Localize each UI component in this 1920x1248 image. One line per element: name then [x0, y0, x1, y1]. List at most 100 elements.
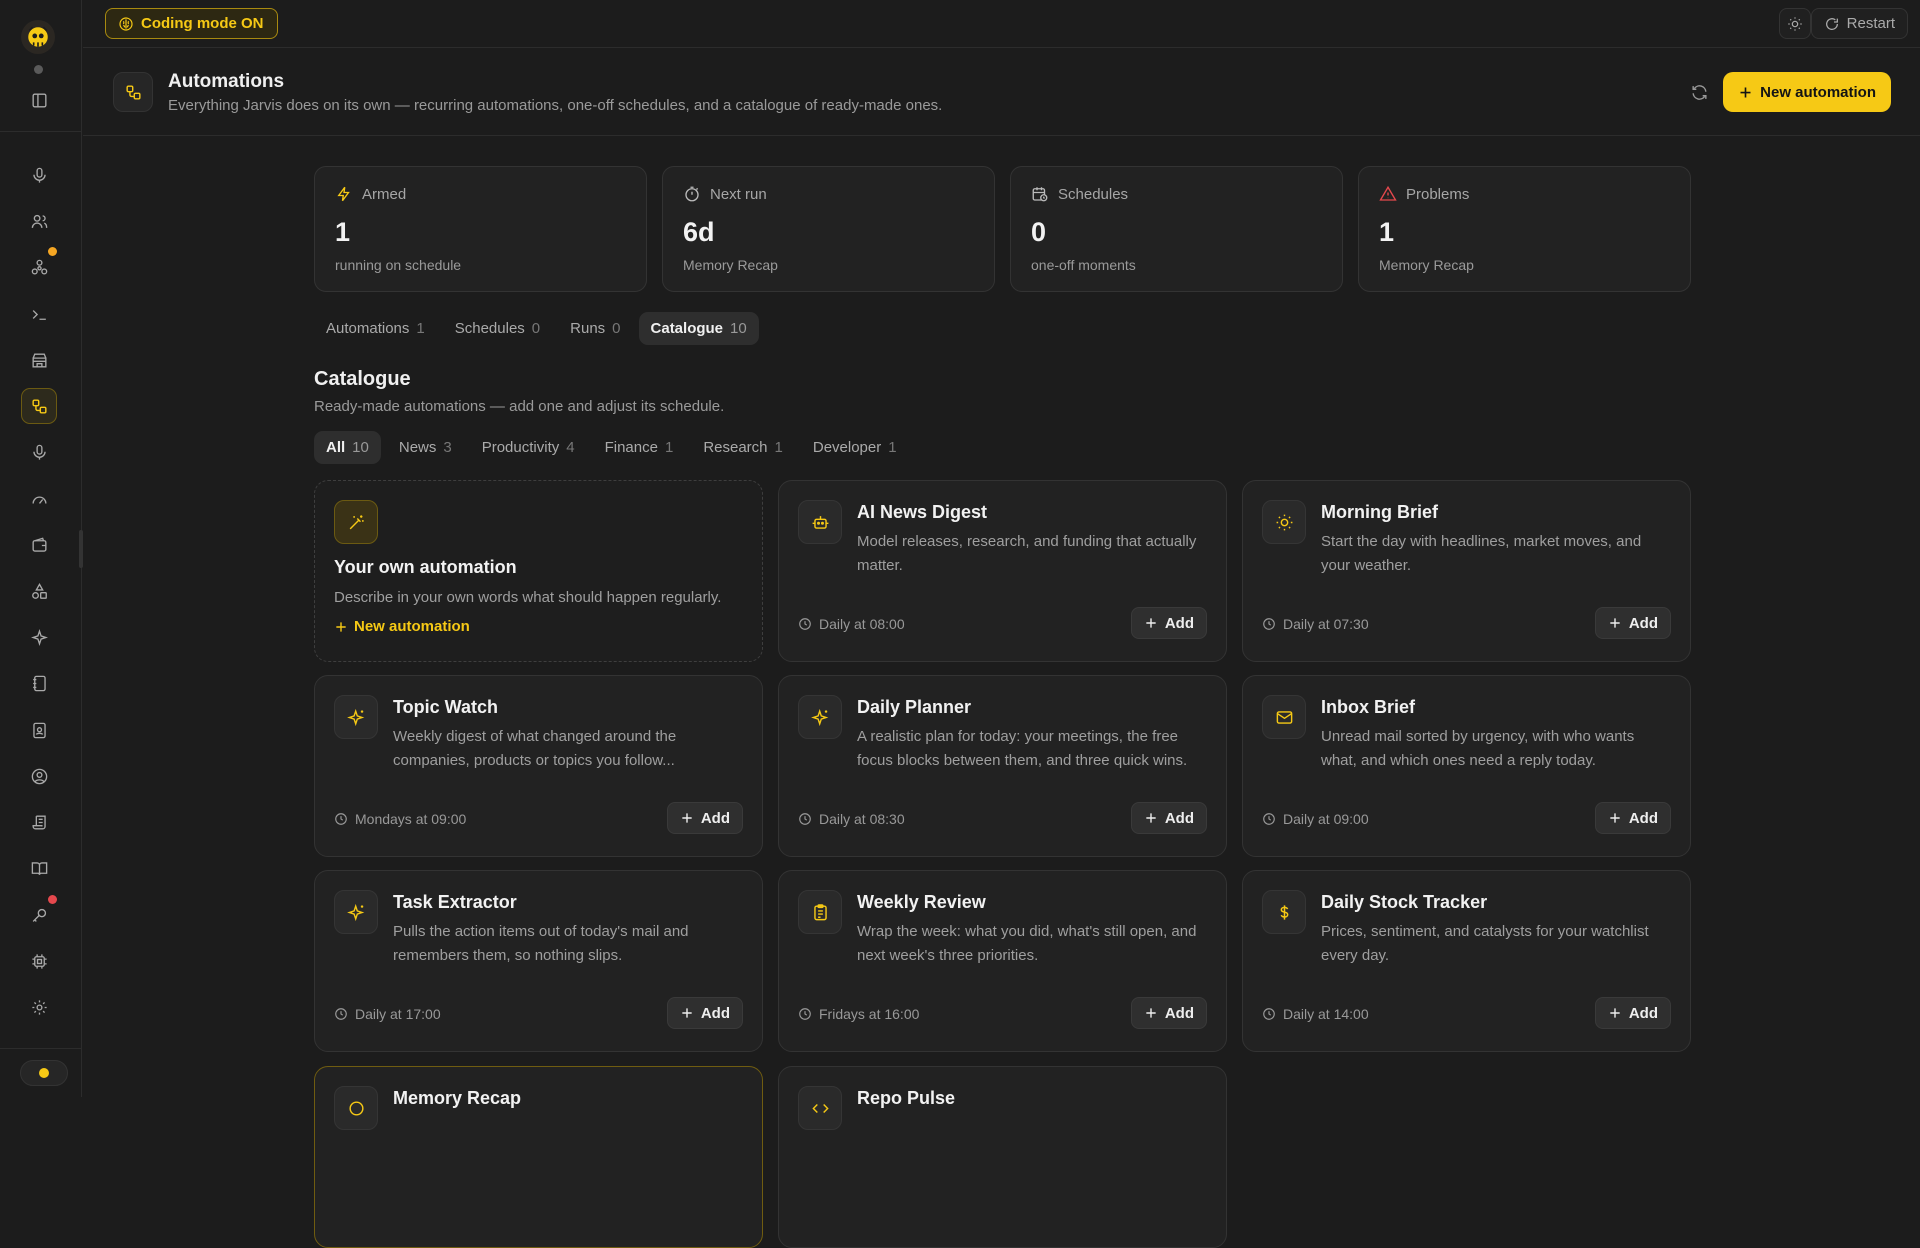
- filter-label: Developer: [812, 439, 882, 456]
- chip-icon[interactable]: [21, 943, 57, 979]
- sidebar-divider: [0, 1048, 82, 1049]
- filter-productivity[interactable]: Productivity 4: [470, 431, 587, 464]
- account-icon[interactable]: [21, 758, 57, 794]
- gauge-icon[interactable]: [21, 481, 57, 517]
- stat-card-armed: Armed 1 running on schedule: [314, 166, 647, 292]
- new-automation-link[interactable]: New automation: [334, 618, 470, 635]
- add-button[interactable]: Add: [1130, 997, 1207, 1029]
- terminal-icon[interactable]: [21, 296, 57, 332]
- stat-label: Schedules: [1031, 185, 1322, 203]
- resize-handle[interactable]: [79, 530, 83, 568]
- status-dot: [39, 1068, 49, 1078]
- filter-label: Productivity: [481, 439, 560, 456]
- tab-count: 0: [612, 320, 621, 337]
- refresh-button[interactable]: [1686, 79, 1712, 105]
- clock-icon: [799, 1008, 811, 1020]
- theme-toggle-button[interactable]: [1779, 8, 1811, 39]
- microphone-icon[interactable]: [21, 157, 57, 193]
- connection-dot: [34, 65, 43, 74]
- tab-label: Automations: [326, 320, 410, 337]
- tab-automations[interactable]: Automations 1: [314, 312, 437, 345]
- alert-badge: [48, 895, 57, 904]
- catalogue-card: Repo Pulse: [778, 1066, 1227, 1248]
- card-desc: Unread mail sorted by urgency, with who …: [1321, 728, 1635, 769]
- filter-research[interactable]: Research 1: [691, 431, 795, 464]
- sidebar-toggle-icon[interactable]: [21, 82, 57, 118]
- add-button[interactable]: Add: [666, 997, 743, 1029]
- plus-icon: [682, 813, 692, 823]
- card-desc: Start the day with headlines, market mov…: [1321, 533, 1642, 574]
- filter-count: 1: [774, 439, 783, 456]
- new-automation-button[interactable]: New automation: [1723, 72, 1891, 112]
- sparkle-icon: [334, 695, 378, 739]
- plus-icon: [1610, 813, 1620, 823]
- catalogue-subtitle: Ready-made automations — add one and adj…: [314, 398, 725, 415]
- card-desc: Prices, sentiment, and catalysts for you…: [1321, 923, 1649, 964]
- robot-icon: [798, 500, 842, 544]
- filter-finance[interactable]: Finance 1: [593, 431, 686, 464]
- clock-icon: [335, 813, 347, 825]
- card-schedule-text: Daily at 08:30: [819, 811, 905, 827]
- filter-all[interactable]: All 10: [314, 431, 381, 464]
- card-desc: Pulls the action items out of today's ma…: [393, 923, 689, 964]
- catalogue-title: Catalogue: [314, 368, 411, 390]
- app-logo[interactable]: [21, 20, 55, 54]
- add-label: Add: [1164, 614, 1194, 632]
- dollar-icon: [1262, 890, 1306, 934]
- filter-count: 1: [664, 439, 674, 456]
- users-icon[interactable]: [21, 203, 57, 239]
- plus-icon: [1610, 1008, 1620, 1018]
- code-icon: [798, 1086, 842, 1130]
- shapes-icon[interactable]: [21, 573, 57, 609]
- sun-icon: [1788, 16, 1802, 31]
- page-title: Automations: [168, 71, 285, 92]
- new-automation-link-label: New automation: [354, 618, 470, 635]
- card-desc: Model releases, research, and funding th…: [857, 533, 1197, 574]
- automations-icon[interactable]: [21, 388, 57, 424]
- card-title: Memory Recap: [393, 1088, 522, 1108]
- scroll-icon[interactable]: [21, 804, 57, 840]
- coding-mode-badge[interactable]: Coding mode ON: [105, 8, 278, 39]
- stat-label-text: Armed: [362, 185, 407, 203]
- add-button[interactable]: Add: [1594, 607, 1671, 639]
- add-button[interactable]: Add: [1130, 607, 1207, 639]
- filter-count: 3: [443, 439, 452, 456]
- filter-developer[interactable]: Developer 1: [801, 431, 909, 464]
- notebook-icon[interactable]: [21, 665, 57, 701]
- contact-card-icon[interactable]: [21, 712, 57, 748]
- add-button[interactable]: Add: [1130, 802, 1207, 834]
- add-button[interactable]: Add: [666, 802, 743, 834]
- card-schedule: Daily at 09:00: [1262, 811, 1369, 827]
- wallet-icon[interactable]: [21, 527, 57, 563]
- stat-label-text: Next run: [710, 185, 767, 203]
- plus-icon: [1146, 1008, 1156, 1018]
- gear-icon[interactable]: [21, 989, 57, 1025]
- tab-runs[interactable]: Runs 0: [558, 312, 632, 345]
- add-button[interactable]: Add: [1594, 997, 1671, 1029]
- own-automation-card[interactable]: Your own automation Describe in your own…: [314, 480, 763, 662]
- voice-icon[interactable]: [21, 434, 57, 470]
- card-title: Topic Watch: [393, 697, 498, 717]
- card-schedule: Daily at 08:00: [798, 616, 905, 632]
- add-button[interactable]: Add: [1594, 802, 1671, 834]
- tab-schedules[interactable]: Schedules 0: [443, 312, 552, 345]
- card-schedule: Daily at 08:30: [798, 811, 905, 827]
- restart-button[interactable]: Restart: [1810, 8, 1908, 39]
- tab-catalogue[interactable]: Catalogue 10: [638, 312, 759, 345]
- card-desc: A realistic plan for today: your meeting…: [857, 728, 1188, 769]
- book-icon[interactable]: [21, 850, 57, 886]
- filter-count: 1: [888, 439, 897, 456]
- stat-value: 0: [1031, 217, 1047, 247]
- own-automation-desc: Describe in your own words what should h…: [334, 589, 722, 606]
- card-schedule: Fridays at 16:00: [798, 1006, 919, 1022]
- store-icon[interactable]: [21, 342, 57, 378]
- card-title: Inbox Brief: [1321, 697, 1416, 717]
- status-indicator[interactable]: [20, 1060, 68, 1086]
- timer-icon: [685, 186, 699, 202]
- add-label: Add: [1164, 1004, 1194, 1022]
- stat-label-text: Schedules: [1058, 185, 1129, 203]
- refresh-icon: [1691, 84, 1707, 100]
- sparkles-icon[interactable]: [21, 619, 57, 655]
- filter-news[interactable]: News 3: [387, 431, 464, 464]
- add-label: Add: [1164, 809, 1194, 827]
